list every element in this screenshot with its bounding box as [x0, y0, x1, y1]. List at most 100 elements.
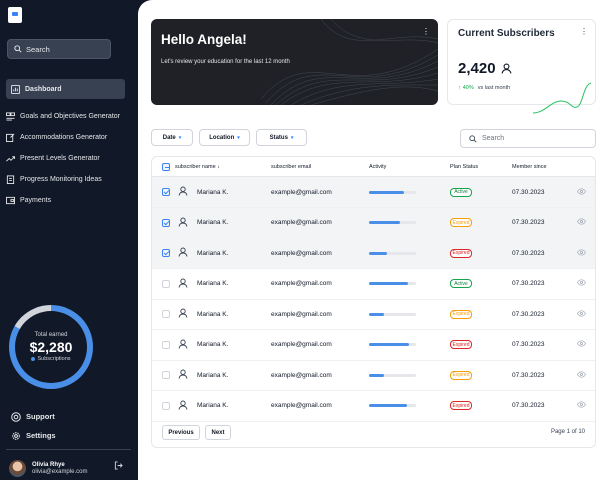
activity-bar [369, 312, 416, 316]
avatar [9, 460, 26, 477]
user-profile[interactable]: Olivia Rhye olivia@example.com [9, 460, 87, 477]
header-name[interactable]: subscriber name ↓ [175, 164, 220, 170]
table-row[interactable]: Mariana K. example@gmail.com Expired 07.30.… [152, 238, 595, 269]
subscribers-title: Current Subscribers [458, 28, 555, 39]
sidebar-item-support[interactable]: Support [11, 407, 131, 426]
user-icon [178, 339, 188, 351]
select-all-checkbox[interactable] [162, 162, 170, 171]
row-checkbox[interactable] [162, 249, 170, 257]
table-row[interactable]: Mariana K. example@gmail.com Expired 07.30.… [152, 360, 595, 391]
legend-dot [31, 357, 36, 361]
table-row[interactable]: Mariana K. example@gmail.com Expired 07.30.… [152, 330, 595, 361]
sidebar-item-dashboard[interactable]: Dashboard [6, 79, 125, 99]
user-icon [178, 186, 188, 198]
sidebar-item-progress[interactable]: Progress Monitoring Ideas [6, 169, 131, 190]
row-checkbox[interactable] [162, 188, 170, 196]
table-row[interactable]: Mariana K. example@gmail.com Active 07.30.2… [152, 269, 595, 300]
eye-icon[interactable] [577, 248, 586, 258]
sort-arrow-icon: ↓ [217, 163, 220, 170]
previous-button[interactable]: Previous [162, 425, 200, 440]
activity-bar [369, 404, 416, 407]
filter-label: Date [162, 134, 176, 141]
sidebar-item-settings[interactable]: Settings [11, 426, 131, 445]
activity-fill [369, 282, 408, 285]
row-checkbox[interactable] [162, 218, 170, 227]
subscribers-table: subscriber name ↓ subscriber email Activ… [151, 156, 596, 448]
sidebar-item-accommodations[interactable]: Accommodations Generator [6, 127, 131, 148]
member-since: 07.30.2023 [512, 280, 545, 287]
subscriber-email: example@gmail.com [271, 219, 332, 226]
status-badge: Active [450, 279, 472, 288]
sidebar-item-label: Present Levels Generator [20, 155, 100, 162]
subscribers-card: Current Subscribers ⋮ 2,420 ↑ 40% vs las… [447, 19, 596, 114]
sidebar-search-label: Search [26, 44, 50, 54]
support-icon [11, 411, 21, 422]
table-header: subscriber name ↓ subscriber email Activ… [152, 157, 595, 177]
eye-icon[interactable] [577, 279, 586, 288]
table-row[interactable]: Mariana K. example@gmail.com Expired 07.30.… [152, 299, 595, 330]
next-button[interactable]: Next [205, 425, 231, 440]
table-row[interactable]: Mariana K. example@gmail.com Active 07.30.2… [152, 177, 595, 208]
row-checkbox[interactable] [162, 310, 170, 318]
sidebar-search[interactable]: Search [7, 39, 111, 59]
subscribers-count-value: 2,420 [458, 60, 496, 77]
edit-doc-icon [6, 133, 15, 142]
sidebar-item-goals[interactable]: Goals and Objectives Generator [6, 106, 131, 127]
table-row[interactable]: Mariana K. example@gmail.com Expired 07.30.… [152, 391, 595, 422]
activity-fill [369, 251, 387, 255]
sidebar-item-label: Support [26, 412, 55, 421]
status-badge: Expired [450, 370, 472, 380]
subscriber-name: Mariana K. [197, 310, 229, 318]
row-checkbox[interactable] [162, 401, 170, 410]
app-logo[interactable] [8, 7, 22, 23]
sidebar-item-label: Progress Monitoring Ideas [20, 176, 102, 183]
filter-location[interactable]: Location ▾ [199, 129, 250, 146]
sidebar-item-present-levels[interactable]: Present Levels Generator [6, 148, 131, 169]
sidebar-item-label: Goals and Objectives Generator [20, 113, 120, 120]
activity-bar [369, 221, 416, 224]
total-earned-legend: Subscriptions [31, 356, 71, 362]
more-options-icon[interactable]: ⋮ [422, 28, 430, 36]
search-input[interactable]: Search [460, 129, 596, 148]
eye-icon[interactable] [577, 340, 586, 349]
filter-label: Status [269, 134, 288, 141]
subscribers-trend: ↑ 40% vs last month [458, 85, 510, 91]
eye-icon[interactable] [577, 309, 586, 319]
filter-status[interactable]: Status ▾ [256, 129, 307, 146]
subscriber-name: Mariana K. [197, 188, 229, 196]
eye-icon[interactable] [577, 218, 586, 227]
table-row[interactable]: Mariana K. example@gmail.com Expired 07.30.… [152, 207, 595, 239]
chevron-down-icon: ▾ [290, 134, 294, 141]
row-checkbox[interactable] [162, 279, 170, 288]
subscriber-name: Mariana K. [197, 341, 229, 348]
eye-icon[interactable] [577, 187, 586, 197]
row-checkbox[interactable] [162, 371, 170, 379]
subscribers-sparkline [533, 82, 591, 114]
subscriber-name: Mariana K. [197, 280, 229, 287]
activity-bar [369, 373, 416, 377]
eye-icon[interactable] [577, 370, 586, 380]
subscriber-email: example@gmail.com [271, 188, 332, 196]
row-checkbox[interactable] [162, 340, 170, 349]
activity-fill [369, 190, 405, 194]
user-icon [178, 400, 188, 412]
pagination: Previous Next Page 1 of 10 [152, 422, 595, 444]
eye-icon[interactable] [577, 401, 586, 410]
logout-icon[interactable] [114, 461, 123, 470]
user-icon [178, 308, 188, 320]
subscriber-name: Mariana K. [197, 402, 229, 409]
sidebar-item-payments[interactable]: Payments [6, 190, 131, 211]
status-badge: Expired [450, 340, 472, 349]
total-earned-value: $2,280 [29, 339, 73, 355]
more-options-icon[interactable]: ⋮ [580, 27, 588, 36]
gear-icon [12, 431, 20, 440]
filter-date[interactable]: Date ▾ [151, 129, 193, 146]
sidebar-item-label: Settings [26, 431, 56, 440]
subscriber-email: example@gmail.com [271, 280, 332, 287]
member-since: 07.30.2023 [512, 402, 545, 409]
status-badge: Expired [450, 248, 472, 258]
subscriber-name: Mariana K. [197, 219, 229, 226]
member-since: 07.30.2023 [512, 341, 545, 348]
search-icon [14, 45, 22, 53]
header-name-label: subscriber name [175, 163, 216, 170]
